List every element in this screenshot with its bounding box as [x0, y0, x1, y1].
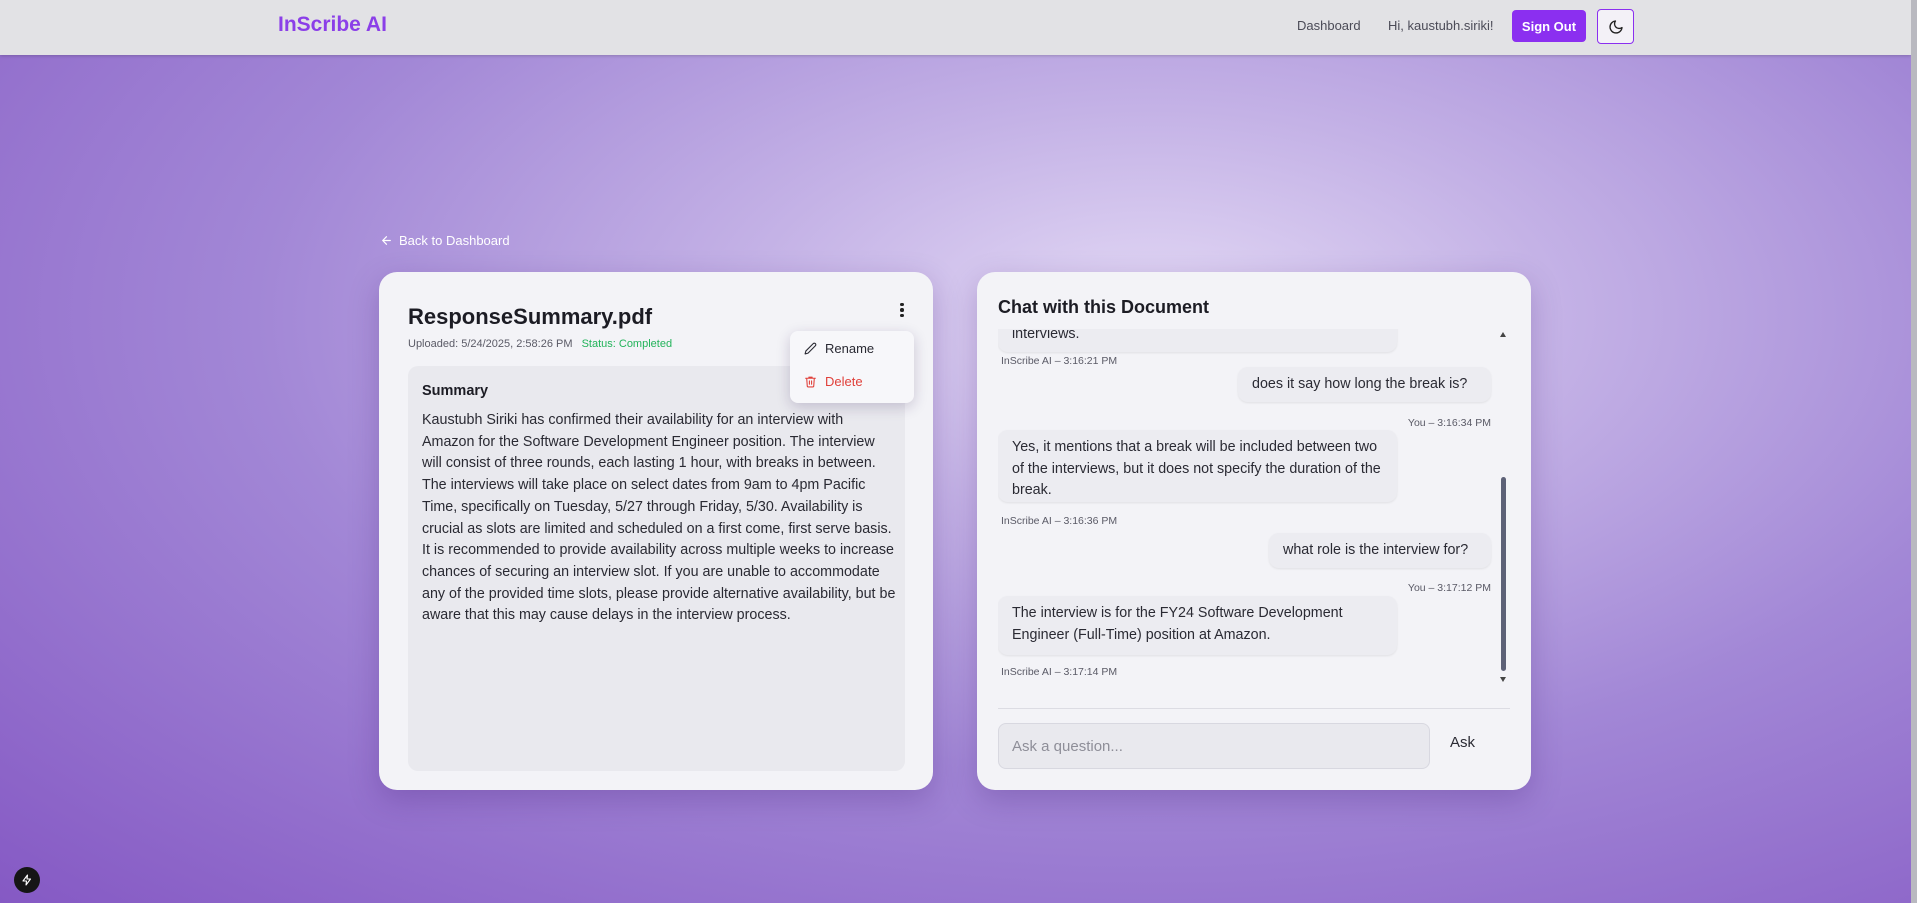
- chat-divider: [998, 708, 1510, 709]
- document-options-menu: Rename Delete: [790, 331, 914, 403]
- delete-menu-item[interactable]: Delete: [804, 374, 863, 389]
- message-timestamp: InScribe AI – 3:17:14 PM: [1001, 666, 1118, 678]
- chat-message-list[interactable]: interviews. InScribe AI – 3:16:21 PM doe…: [998, 329, 1510, 684]
- message-text: what role is the interview for?: [1283, 542, 1469, 558]
- message-timestamp: InScribe AI – 3:16:36 PM: [1001, 515, 1118, 527]
- ai-message-bubble: interviews.: [998, 329, 1397, 352]
- message-timestamp: InScribe AI – 3:16:21 PM: [1001, 355, 1118, 367]
- chat-card: Chat with this Document interviews. InSc…: [977, 272, 1531, 790]
- user-greeting: Hi, kaustubh.siriki!: [1388, 18, 1494, 33]
- scroll-up-icon[interactable]: [1500, 332, 1506, 337]
- document-meta: Uploaded: 5/24/2025, 2:58:26 PM Status: …: [408, 338, 672, 350]
- message-timestamp: You – 3:16:34 PM: [1407, 417, 1491, 429]
- top-navbar: InScribe AI Dashboard Hi, kaustubh.sirik…: [0, 0, 1911, 55]
- sign-out-button[interactable]: Sign Out: [1512, 10, 1586, 42]
- message-text: interviews.: [1012, 329, 1080, 342]
- pencil-icon: [804, 342, 817, 355]
- ask-button[interactable]: Ask: [1450, 734, 1475, 751]
- ai-message-bubble: The interview is for the FY24 Software D…: [998, 596, 1397, 655]
- document-title: ResponseSummary.pdf: [408, 304, 653, 329]
- message-text: The interview is for the FY24 Software D…: [1012, 605, 1343, 643]
- nav-dashboard-link[interactable]: Dashboard: [1297, 18, 1361, 33]
- chat-title: Chat with this Document: [998, 297, 1209, 317]
- delete-label: Delete: [825, 374, 863, 389]
- question-input[interactable]: [998, 723, 1430, 769]
- chat-scroll-thumb[interactable]: [1501, 477, 1506, 671]
- chat-scrollbar[interactable]: [1499, 329, 1507, 684]
- more-options-icon[interactable]: [892, 298, 912, 322]
- rename-label: Rename: [825, 341, 875, 356]
- scroll-down-icon[interactable]: [1500, 677, 1506, 682]
- trash-icon: [805, 376, 816, 388]
- page-scrollbar[interactable]: [1911, 0, 1917, 903]
- rename-menu-item[interactable]: Rename: [804, 341, 874, 356]
- message-text: does it say how long the break is?: [1252, 376, 1468, 392]
- status-badge: Status: Completed: [581, 338, 673, 350]
- user-message-bubble: what role is the interview for?: [1269, 533, 1491, 568]
- summary-text: Kaustubh Siriki has confirmed their avai…: [422, 412, 896, 624]
- user-message-bubble: does it say how long the break is?: [1238, 367, 1491, 402]
- theme-toggle-button[interactable]: [1597, 9, 1634, 44]
- arrow-left-icon: [382, 236, 391, 245]
- moon-icon: [1608, 19, 1623, 34]
- message-text: Yes, it mentions that a break will be in…: [1012, 439, 1381, 499]
- ai-message-bubble: Yes, it mentions that a break will be in…: [998, 430, 1397, 502]
- back-link-label: Back to Dashboard: [399, 233, 510, 248]
- back-to-dashboard-link[interactable]: Back to Dashboard: [380, 233, 510, 248]
- bolt-icon[interactable]: [14, 867, 40, 893]
- upload-date: Uploaded: 5/24/2025, 2:58:26 PM: [408, 338, 573, 350]
- message-timestamp: You – 3:17:12 PM: [1407, 582, 1491, 594]
- summary-heading: Summary: [422, 383, 489, 399]
- brand-logo[interactable]: InScribe AI: [278, 13, 387, 37]
- summary-panel: Summary Kaustubh Siriki has confirmed th…: [408, 366, 905, 771]
